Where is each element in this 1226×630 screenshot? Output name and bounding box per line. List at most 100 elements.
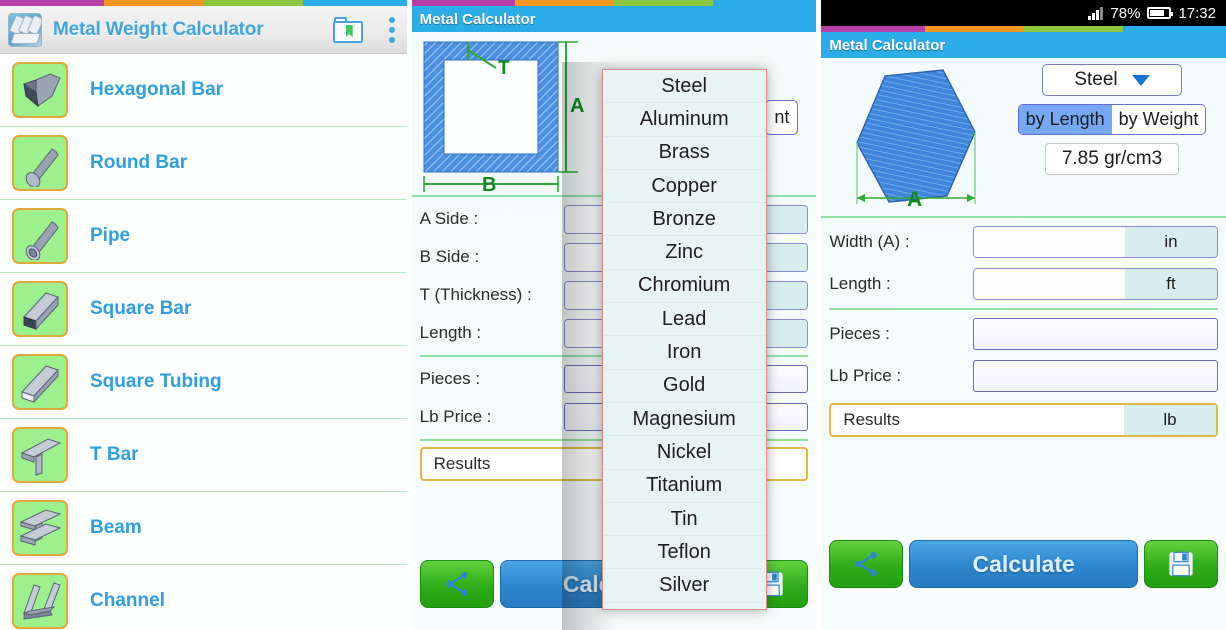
shape-list: Hexagonal Bar Round Bar Pipe Square Bar … (0, 54, 407, 630)
form-label: Lb Price : (419, 407, 492, 426)
list-item[interactable]: Round Bar (0, 127, 407, 200)
dropdown-option[interactable]: Steel (602, 70, 766, 104)
dropdown-option[interactable]: Platinum (603, 603, 766, 609)
strip-segment-orange (514, 0, 614, 6)
square-tubing-icon (12, 354, 68, 410)
beam-icon (12, 500, 68, 556)
form-label: Length : (829, 274, 891, 293)
form-label: Length : (419, 323, 482, 342)
dropdown-option[interactable]: Chromium (602, 270, 766, 304)
dropdown-option[interactable]: Gold (602, 370, 766, 403)
top-color-strip (411, 0, 817, 6)
width-input[interactable]: in (973, 226, 1218, 258)
save-icon (1169, 551, 1193, 577)
material-dropdown-list[interactable]: Steel Aluminum Brass Copper Bronze Zinc … (601, 69, 767, 610)
density-value[interactable]: 7.85 gr/cm3 (1044, 143, 1180, 175)
mode-by-weight-option[interactable]: by Weight (1111, 105, 1206, 134)
mode-toggle-partial[interactable]: nt (765, 100, 799, 135)
t-bar-icon (12, 427, 68, 483)
form-label: Lb Price : (829, 366, 902, 385)
material-controls: Steel by Length by Weight 7.85 gr/cm3 (1012, 64, 1212, 175)
dropdown-option[interactable]: Magnesium (602, 403, 766, 437)
calculate-button[interactable]: Calculate (909, 540, 1138, 588)
list-item[interactable]: Channel (0, 565, 407, 630)
share-icon (445, 572, 468, 596)
dropdown-option[interactable]: Bronze (602, 203, 766, 237)
strip-segment-blue (1122, 26, 1226, 32)
title-bar-label: Metal Calculator (419, 10, 536, 28)
overflow-menu-icon[interactable] (388, 16, 395, 43)
dropdown-option[interactable]: Copper (602, 170, 766, 204)
strip-segment-green (613, 0, 714, 6)
list-item[interactable]: Hexagonal Bar (0, 54, 407, 127)
material-select-value: Steel (1074, 69, 1118, 90)
list-item-label: Pipe (90, 225, 131, 246)
list-item[interactable]: Beam (0, 492, 407, 565)
strip-segment-green (203, 0, 303, 6)
length-input[interactable]: ft (973, 268, 1218, 300)
title-bar-label: Metal Calculator (829, 36, 946, 54)
hexagon-diagram: A Steel by Length by Weight 7.85 gr/cm3 (821, 58, 1226, 213)
list-item[interactable]: Square Tubing (0, 346, 407, 419)
dropdown-option[interactable]: Brass (602, 137, 766, 170)
form-row-pieces: Pieces : (829, 313, 1218, 355)
share-button[interactable] (419, 560, 494, 608)
divider (821, 216, 1226, 218)
strip-segment-green (1023, 26, 1123, 32)
form-label: T (Thickness) : (419, 285, 532, 304)
divider (829, 308, 1218, 310)
list-item[interactable]: Square Bar (0, 273, 407, 346)
dropdown-option[interactable]: Lead (602, 303, 766, 337)
list-item-label: T Bar (90, 444, 139, 465)
hexagonal-bar-icon (12, 62, 68, 118)
list-item-label: Square Bar (90, 298, 192, 319)
panel-shape-list: Metal Weight Calculator Hexagonal Bar Ro… (0, 0, 407, 630)
dropdown-option[interactable]: Aluminum (602, 103, 766, 137)
results-bar: Results lb (829, 403, 1218, 437)
dropdown-option[interactable]: Tin (602, 503, 766, 537)
pieces-input[interactable] (973, 318, 1218, 350)
panel-material-dropdown: Metal Calculator A B T nt A Side: B Sid… (411, 0, 817, 630)
dropdown-option[interactable]: Zinc (602, 236, 766, 270)
strip-segment-orange (924, 26, 1024, 32)
calc-mode-toggle[interactable]: by Length by Weight (1017, 104, 1207, 135)
save-button[interactable] (1144, 540, 1218, 588)
app-logo-icon (8, 12, 42, 47)
strip-segment-orange (103, 0, 204, 6)
list-item[interactable]: T Bar (0, 419, 407, 492)
strip-segment-blue (302, 0, 407, 6)
form-row-width: Width (A) : in (829, 221, 1218, 263)
dropdown-option[interactable]: Silver (602, 569, 766, 603)
strip-segment-purple (821, 26, 925, 32)
dropdown-option[interactable]: Teflon (602, 536, 766, 570)
dropdown-option[interactable]: Nickel (602, 436, 766, 470)
top-color-strip (0, 0, 407, 6)
page-title: Metal Weight Calculator (53, 18, 264, 40)
list-item-label: Beam (90, 517, 142, 538)
list-item-label: Channel (90, 590, 165, 611)
form-label: Pieces : (419, 369, 481, 388)
clock-label: 17:32 (1178, 4, 1216, 22)
status-bar: 78% 17:32 (821, 0, 1226, 26)
share-button[interactable] (829, 540, 904, 588)
list-item[interactable]: Pipe (0, 200, 407, 273)
material-select[interactable]: Steel (1042, 64, 1182, 96)
form-label: Width (A) : (829, 232, 910, 251)
signal-icon (1088, 6, 1104, 20)
lb-price-input[interactable] (973, 360, 1218, 392)
results-label: Results (843, 410, 901, 429)
bookmark-folder-icon[interactable] (332, 16, 363, 43)
dropdown-option[interactable]: Iron (602, 336, 766, 370)
form-label: A Side : (419, 209, 479, 228)
mode-by-length-option[interactable]: by Length (1018, 105, 1112, 134)
form-label: Pieces : (829, 324, 890, 343)
phone-body: A B T nt A Side : B Side: T (Thickness)… (411, 32, 817, 630)
strip-segment-purple (0, 0, 104, 6)
width-unit-select[interactable]: in (1125, 227, 1217, 257)
dropdown-option[interactable]: Titanium (602, 470, 766, 503)
dimension-form: Width (A) : in Length : ft Pieces : Lb P… (821, 221, 1226, 437)
svg-text:T: T (498, 58, 510, 79)
svg-text:A: A (907, 188, 922, 211)
list-item-label: Round Bar (90, 152, 188, 173)
length-unit-select[interactable]: ft (1125, 269, 1217, 299)
